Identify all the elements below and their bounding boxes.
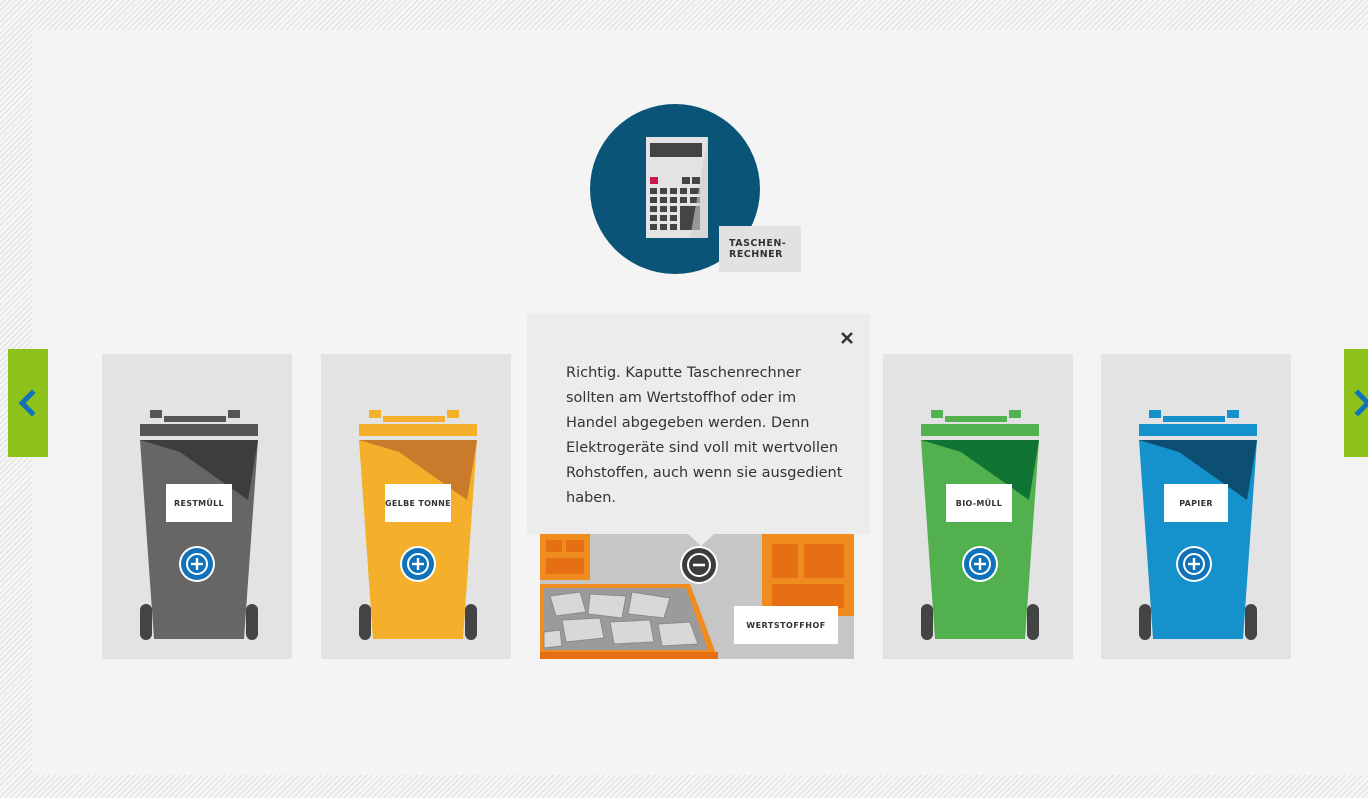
plus-circle-icon [1178, 548, 1210, 580]
chevron-right-icon [1354, 389, 1368, 417]
add-to-papier-button[interactable] [1176, 546, 1212, 582]
next-button[interactable] [1344, 349, 1368, 457]
plus-circle-icon [964, 548, 996, 580]
prev-button[interactable] [8, 349, 48, 457]
bin-label-restmuell: RESTMÜLL [166, 484, 232, 522]
popup-message: Richtig. Kaputte Taschenrechner sollten … [566, 365, 843, 506]
chevron-left-icon [18, 389, 36, 417]
add-to-gelbe-tonne-button[interactable] [400, 546, 436, 582]
bin-label-wertstoffhof: WERTSTOFFHOF [734, 606, 838, 644]
remove-from-wertstoffhof-button[interactable] [680, 546, 718, 584]
minus-circle-icon [682, 548, 716, 582]
popup-close-button[interactable] [832, 324, 862, 354]
item-label: TASCHEN- RECHNER [719, 226, 801, 272]
popup-pointer [688, 534, 714, 546]
plus-circle-icon [402, 548, 434, 580]
add-to-restmuell-button[interactable] [179, 546, 215, 582]
add-to-bio-muell-button[interactable] [962, 546, 998, 582]
bin-label-bio-muell: BIO-MÜLL [946, 484, 1012, 522]
bin-label-gelbe-tonne: GELBE TONNE [385, 484, 451, 522]
close-icon [841, 332, 853, 344]
bin-label-papier: PAPIER [1164, 484, 1228, 522]
plus-circle-icon [181, 548, 213, 580]
